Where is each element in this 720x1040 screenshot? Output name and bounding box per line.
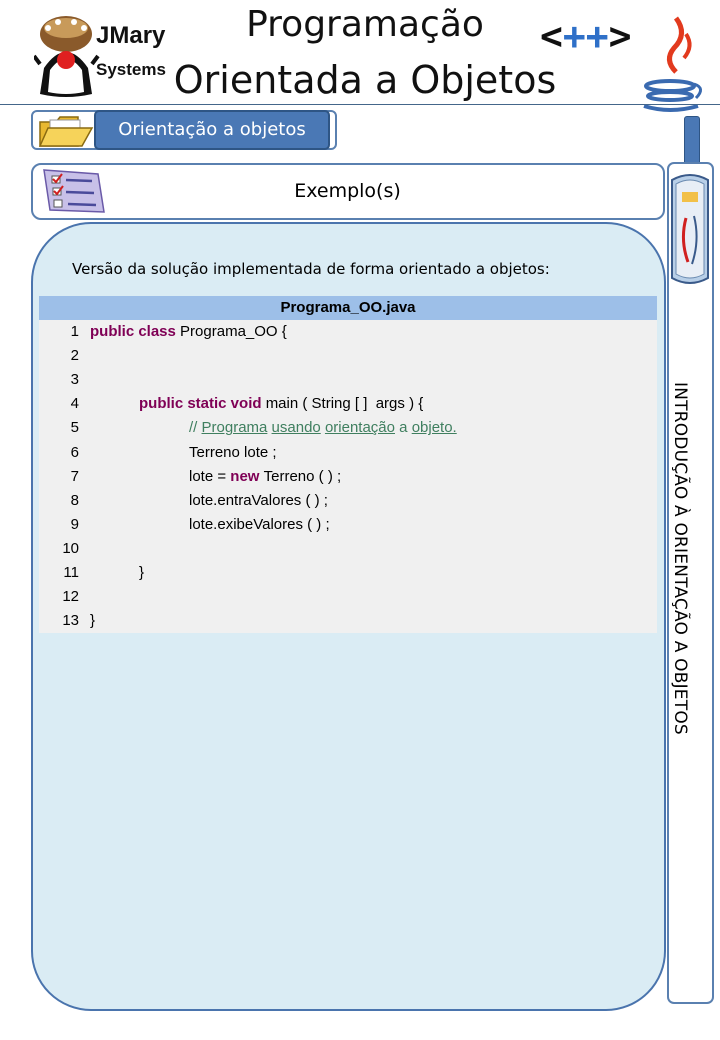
line-number: 5 [70, 419, 79, 437]
code-text: lote = new Terreno ( ) ; [189, 465, 341, 489]
code-line: 2 [39, 344, 657, 368]
code-token: } [139, 564, 145, 581]
code-text: // Programa usando orientação a objeto. [189, 416, 457, 440]
code-text: lote.entraValores ( ) ; [189, 489, 328, 513]
code-token: usando [271, 419, 321, 437]
code-token: lote.entraValores ( ) ; [189, 491, 328, 509]
code-token: lote.exibeValores ( ) ; [189, 515, 330, 533]
cpp-logo: <++> [540, 14, 632, 58]
code-line: 9 lote.exibeValores ( ) ; [39, 513, 657, 537]
line-number: 2 [70, 347, 79, 365]
header-divider [0, 104, 720, 105]
line-number: 10 [62, 539, 79, 557]
line-number: 12 [62, 588, 79, 606]
code-text: public static void main ( String [ ] arg… [139, 392, 423, 416]
code-token: } [90, 612, 96, 630]
code-token: public static void [139, 395, 266, 413]
code-line: 1 public class Programa_OO { [39, 320, 657, 344]
line-number: 7 [70, 467, 79, 485]
intro-text: Versão da solução implementada de forma … [72, 260, 550, 278]
code-line: 12 [39, 585, 657, 609]
brand-subtitle: Systems [96, 60, 166, 79]
line-number: 1 [70, 323, 79, 340]
code-token: new [230, 467, 264, 485]
code-listing: 1 public class Programa_OO { 2 3 4 public sta… [39, 320, 657, 633]
code-token: a [395, 419, 412, 437]
code-line: 6 Terreno lote ; [39, 441, 657, 465]
brand-name: JMary [96, 22, 166, 49]
code-line: 7 lote = new Terreno ( ) ; [39, 465, 657, 489]
code-token: main ( String [ ] args ) { [265, 395, 424, 413]
code-line: 5 // Programa usando orientação a objeto. [39, 416, 657, 440]
code-text: Terreno lote ; [189, 441, 277, 465]
code-token: orientação [324, 419, 395, 437]
line-number: 9 [70, 515, 79, 533]
page-title-line1: Programação [246, 4, 484, 45]
code-token: objeto. [411, 419, 457, 437]
code-line: 13} [39, 609, 657, 633]
java-cup-icon [643, 16, 702, 112]
code-token: lote = [189, 467, 231, 485]
line-number: 8 [70, 491, 79, 509]
code-line: 8 lote.entraValores ( ) ; [39, 489, 657, 513]
code-token: // [189, 419, 202, 437]
line-number: 11 [63, 564, 79, 581]
topic-button[interactable]: Orientação a objetos [94, 110, 330, 150]
code-text: } [90, 609, 95, 633]
code-token: public class [90, 323, 181, 340]
code-line: 4 public static void main ( String [ ] ar… [39, 392, 657, 416]
code-token: Terreno ( ) ; [263, 467, 342, 485]
folder-icon [38, 116, 94, 147]
sidebar-vertical-label: INTRODUÇÃO À ORIENTAÇÃO A OBJETOS [670, 382, 690, 735]
code-token: Programa_OO { [180, 323, 287, 340]
page-title-line2: Orientada a Objetos [173, 58, 557, 102]
code-token: Programa [201, 419, 268, 437]
line-number: 3 [70, 371, 79, 389]
sidebar-tab [684, 116, 700, 168]
code-line: 10 [39, 537, 657, 561]
code-line: 3 [39, 368, 657, 392]
line-number: 4 [70, 395, 79, 413]
code-line: 11} [39, 561, 657, 585]
line-number: 6 [70, 443, 79, 461]
code-token: Terreno lote ; [189, 443, 277, 461]
code-text: public class Programa_OO { [90, 320, 287, 344]
code-text: lote.exibeValores ( ) ; [189, 513, 330, 537]
newspaper-icon [671, 174, 709, 284]
code-text: } [139, 561, 144, 585]
checklist-icon [43, 169, 105, 213]
example-heading: Exemplo(s) [294, 180, 401, 202]
line-number: 13 [62, 612, 79, 630]
code-file-title: Programa_OO.java [39, 296, 657, 320]
